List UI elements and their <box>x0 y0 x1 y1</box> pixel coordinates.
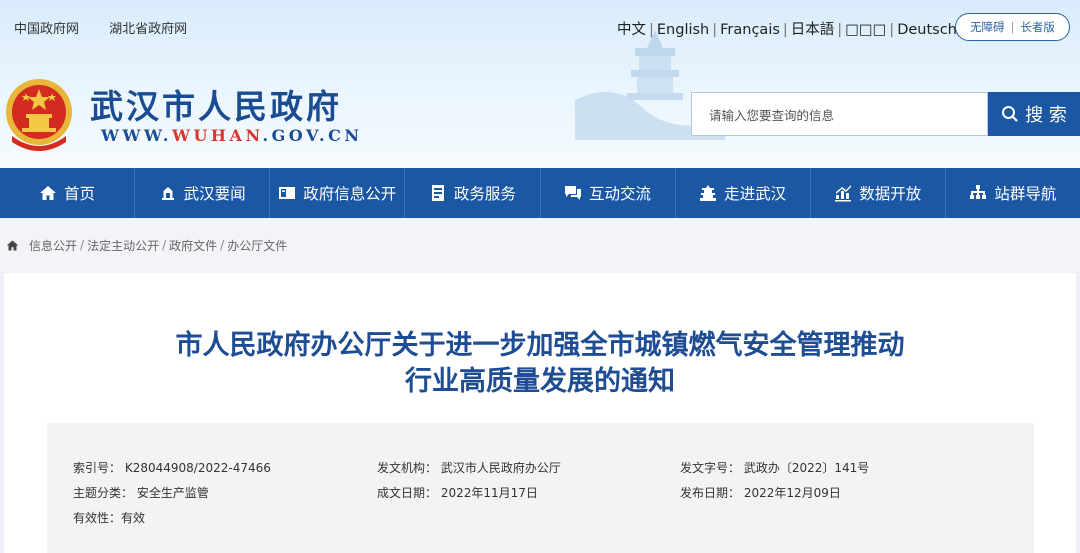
link-hubei-gov[interactable]: 湖北省政府网 <box>109 22 187 37</box>
nav-services[interactable]: 政务服务 <box>404 168 539 218</box>
search-input[interactable]: 请输入您要查询的信息 <box>691 92 988 136</box>
breadcrumb-office-documents[interactable]: 办公厅文件 <box>227 237 287 254</box>
news-icon <box>161 187 174 200</box>
home-icon <box>40 186 57 200</box>
accessibility-toggle: 无障碍 | 长者版 <box>955 13 1070 41</box>
meta-written-date: 成文日期： 2022年11月17日 <box>377 486 538 500</box>
top-links: 中国政府网 湖北省政府网 <box>14 18 213 37</box>
barrier-free-link[interactable]: 无障碍 <box>970 19 1005 35</box>
document-title: 市人民政府办公厅关于进一步加强全市城镇燃气安全管理推动 行业高质量发展的通知 <box>175 330 905 397</box>
language-switcher: 中文 | English | Français | 日本語 | □□□ | Deutsch <box>617 22 957 38</box>
main-nav: 首页 武汉要闻 政府信息公开 政务服务 互动交流 走进武汉 数据开放 站群导航 <box>0 168 1080 218</box>
nav-about-wuhan[interactable]: 走进武汉 <box>674 168 810 218</box>
document-metadata: 索引号： K28044908/2022-47466 发文机构： 武汉市人民政府办… <box>47 423 1034 553</box>
breadcrumb: 信息公开 / 法定主动公开 / 政府文件 / 办公厅文件 <box>0 218 1080 272</box>
search-icon <box>1002 106 1018 122</box>
document-panel: 市人民政府办公厅关于进一步加强全市城镇燃气安全管理推动 行业高质量发展的通知 索… <box>4 273 1076 553</box>
meta-doc-no: 发文字号： 武政办〔2022〕141号 <box>680 461 870 475</box>
site-url: WWW.WUHAN.GOV.CN <box>101 126 363 145</box>
breadcrumb-gov-documents[interactable]: 政府文件 <box>169 237 217 254</box>
site-header: 中国政府网 湖北省政府网 中文 | English | Français | 日本語 | □□□… <box>0 0 1080 168</box>
lang-chinese[interactable]: 中文 <box>617 22 646 38</box>
lang-korean[interactable]: □□□ <box>845 22 886 38</box>
chat-icon <box>565 186 582 200</box>
meta-category: 主题分类： 安全生产监管 <box>73 486 209 500</box>
national-emblem-icon <box>6 79 72 151</box>
nav-news[interactable]: 武汉要闻 <box>134 168 269 218</box>
meta-index-no: 索引号： K28044908/2022-47466 <box>73 461 271 475</box>
lang-english[interactable]: English <box>657 22 709 38</box>
chart-icon <box>835 185 852 202</box>
sitemap-icon <box>970 185 987 199</box>
tower-icon <box>700 185 717 201</box>
site-title: 武汉市人民政府 <box>90 87 342 126</box>
nav-home[interactable]: 首页 <box>0 168 134 218</box>
nav-open-data[interactable]: 数据开放 <box>809 168 945 218</box>
meta-issuer: 发文机构： 武汉市人民政府办公厅 <box>377 461 561 475</box>
info-card-icon <box>279 187 296 199</box>
home-icon <box>6 239 19 251</box>
lang-german[interactable]: Deutsch <box>897 22 957 38</box>
nav-gov-info[interactable]: 政府信息公开 <box>269 168 404 218</box>
breadcrumb-legal-disclosure[interactable]: 法定主动公开 <box>87 237 159 254</box>
link-china-gov[interactable]: 中国政府网 <box>14 22 79 37</box>
meta-validity: 有效性：有效 <box>73 511 146 525</box>
lang-french[interactable]: Français <box>720 22 780 38</box>
search-button[interactable]: 搜 索 <box>988 92 1080 136</box>
meta-publish-date: 发布日期： 2022年12月09日 <box>680 486 841 500</box>
service-icon <box>431 185 444 201</box>
elder-mode-link[interactable]: 长者版 <box>1020 19 1055 35</box>
nav-interaction[interactable]: 互动交流 <box>539 168 675 218</box>
nav-site-map[interactable]: 站群导航 <box>944 168 1080 218</box>
lang-japanese[interactable]: 日本語 <box>791 22 835 38</box>
breadcrumb-info-public[interactable]: 信息公开 <box>29 237 77 254</box>
